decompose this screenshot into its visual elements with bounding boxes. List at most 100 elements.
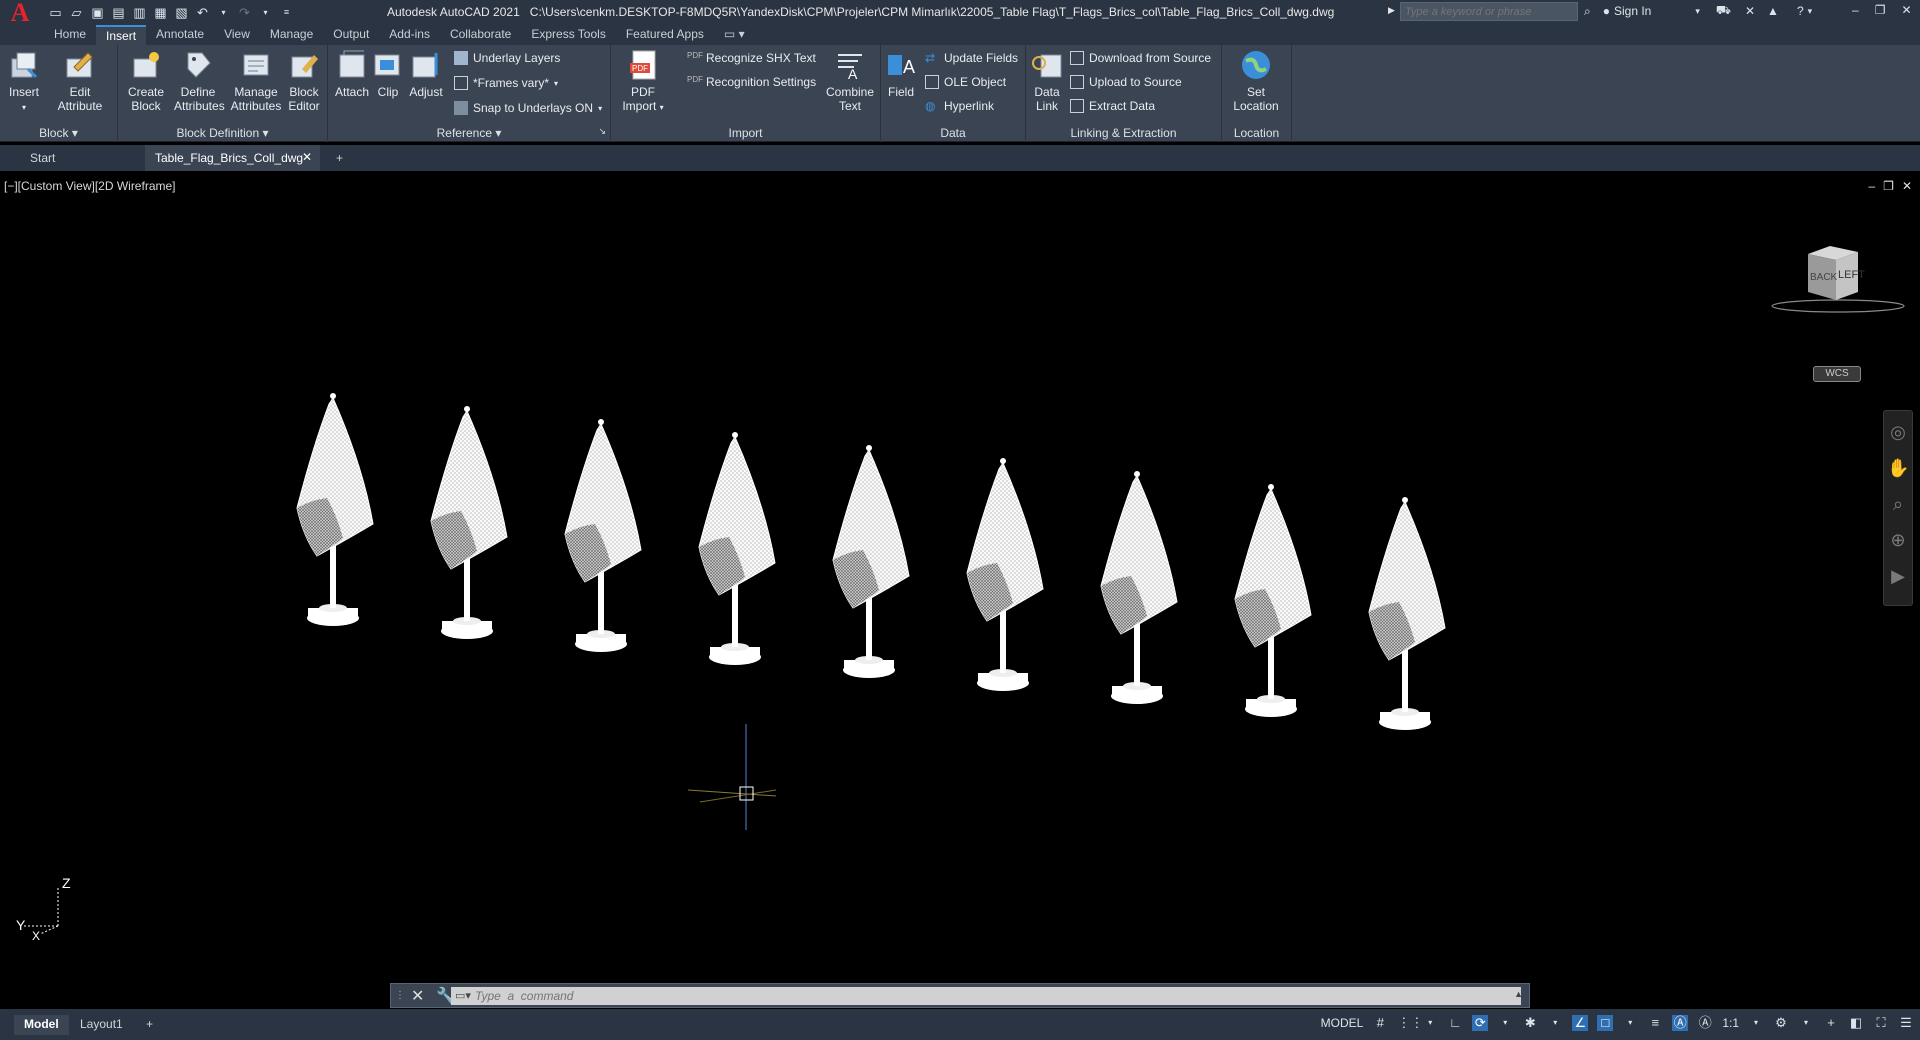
tab-drawing[interactable]: Table_Flag_Brics_Coll_dwg ✕: [145, 145, 320, 171]
workspace-dropdown-icon[interactable]: ▾: [1798, 1015, 1814, 1031]
new-file-icon[interactable]: ▭: [48, 5, 63, 20]
steering-wheel-icon[interactable]: ◎: [1887, 421, 1909, 443]
polar-tracking-icon[interactable]: ⟳: [1472, 1015, 1489, 1031]
isolate-objects-icon[interactable]: ◧: [1848, 1015, 1864, 1031]
isodraft-dropdown-icon[interactable]: ▾: [1547, 1015, 1563, 1031]
underlay-layers-button[interactable]: Underlay Layers: [454, 51, 560, 65]
sign-in-link[interactable]: Sign In: [1614, 4, 1651, 18]
table-flag-model[interactable]: [1100, 471, 1178, 704]
open-file-icon[interactable]: ▱: [69, 5, 84, 20]
tab-layout1[interactable]: Layout1: [70, 1015, 133, 1035]
ribbon-options-icon[interactable]: ▭ ▾: [714, 25, 755, 45]
hyperlink-button[interactable]: ◍ Hyperlink: [925, 99, 994, 113]
snap-dropdown-icon[interactable]: ▾: [1422, 1015, 1438, 1031]
tab-express-tools[interactable]: Express Tools: [521, 25, 615, 45]
panel-launcher-icon[interactable]: ↘: [598, 126, 606, 137]
panel-block-definition-label[interactable]: Block Definition ▾: [118, 126, 327, 140]
orbit-icon[interactable]: ⊕: [1887, 529, 1909, 551]
tab-add-ins[interactable]: Add-ins: [379, 25, 440, 45]
annotation-visibility-icon[interactable]: Ⓐ: [1672, 1015, 1689, 1031]
help-icon[interactable]: ?: [1797, 4, 1804, 18]
add-icon[interactable]: +: [1823, 1015, 1839, 1031]
table-flag-model[interactable]: [1234, 484, 1312, 717]
clip-button[interactable]: Clip: [370, 49, 406, 99]
recognize-shx-button[interactable]: PDF Recognize SHX Text: [687, 51, 816, 65]
undo-icon[interactable]: ↶: [195, 5, 210, 20]
showmotion-icon[interactable]: ▶: [1887, 565, 1909, 587]
plot-icon[interactable]: ▦: [153, 5, 168, 20]
edit-attribute-button[interactable]: Edit Attribute: [52, 49, 108, 113]
isodraft-icon[interactable]: ✱: [1522, 1015, 1538, 1031]
set-location-button[interactable]: Set Location: [1228, 49, 1284, 113]
cmd-recent-icon[interactable]: ▭▾: [455, 989, 471, 1002]
sign-in-dropdown-icon[interactable]: ▾: [1695, 6, 1700, 17]
tab-annotate[interactable]: Annotate: [146, 25, 214, 45]
combine-text-button[interactable]: A Combine Text: [823, 49, 877, 113]
table-flag-model[interactable]: [296, 393, 374, 626]
undo-dropdown-icon[interactable]: ▾: [216, 5, 231, 20]
exchange-icon[interactable]: ✕: [1745, 4, 1755, 18]
customize-status-icon[interactable]: ☰: [1898, 1015, 1914, 1031]
search-icon[interactable]: ⌕: [1584, 4, 1591, 19]
customize-qat-icon[interactable]: ≡: [279, 5, 294, 20]
viewcube-left-label[interactable]: LEFT: [1838, 269, 1865, 281]
polar-dropdown-icon[interactable]: ▾: [1497, 1015, 1513, 1031]
ole-object-button[interactable]: OLE Object: [925, 75, 1006, 89]
tab-collaborate[interactable]: Collaborate: [440, 25, 521, 45]
manage-attributes-button[interactable]: Manage Attributes: [228, 49, 284, 113]
workspace-gear-icon[interactable]: ⚙: [1773, 1015, 1789, 1031]
wcs-menu[interactable]: WCS: [1813, 366, 1861, 382]
snap-icon[interactable]: ⋮⋮: [1397, 1015, 1423, 1031]
tab-featured-apps[interactable]: Featured Apps: [616, 25, 714, 45]
annotation-scale[interactable]: 1:1: [1722, 1016, 1739, 1030]
extract-data-button[interactable]: Extract Data: [1070, 99, 1155, 113]
object-snap-icon[interactable]: □: [1597, 1015, 1614, 1031]
search-arrow-icon[interactable]: ▶: [1388, 5, 1395, 16]
viewcube-back-label[interactable]: BACK: [1810, 272, 1838, 283]
table-flag-model[interactable]: [966, 458, 1044, 691]
tab-insert[interactable]: Insert: [96, 25, 147, 45]
close-tab-icon[interactable]: ✕: [302, 150, 312, 164]
field-button[interactable]: A Field: [881, 49, 921, 99]
drawing-viewport[interactable]: [−][Custom View][2D Wireframe] – ❐ ✕ Z Y…: [0, 174, 1920, 1006]
pdf-import-button[interactable]: PDF PDF Import ▾: [619, 49, 667, 115]
panel-reference-label[interactable]: Reference ▾ ↘: [328, 126, 610, 140]
autocad-logo-icon[interactable]: A: [0, 0, 40, 27]
save-as-icon[interactable]: ▤: [111, 5, 126, 20]
pan-icon[interactable]: ✋: [1887, 457, 1909, 479]
data-link-button[interactable]: Data Link: [1026, 49, 1068, 113]
panel-block-label[interactable]: Block ▾: [0, 126, 117, 140]
flags-drawing[interactable]: Z Y X BACK LEFT: [0, 174, 1920, 1006]
fullscreen-icon[interactable]: ⛶: [1873, 1015, 1889, 1031]
tab-start[interactable]: Start: [20, 145, 142, 171]
frames-vary-dropdown[interactable]: *Frames vary* ▾: [454, 76, 558, 90]
viewcube[interactable]: BACK LEFT: [1771, 246, 1905, 313]
restore-icon[interactable]: ❐: [1875, 3, 1886, 17]
search-input[interactable]: [1400, 2, 1578, 21]
lineweight-icon[interactable]: ≡: [1647, 1015, 1663, 1031]
minimize-icon[interactable]: –: [1852, 3, 1859, 17]
tab-home[interactable]: Home: [44, 25, 96, 45]
new-tab-button[interactable]: +: [326, 145, 356, 171]
model-space-button[interactable]: MODEL: [1321, 1016, 1364, 1030]
print-icon[interactable]: ▧: [174, 5, 189, 20]
update-fields-button[interactable]: ⇄ Update Fields: [925, 51, 1018, 65]
autodesk-icon[interactable]: ▲: [1767, 4, 1779, 18]
osnap-dropdown-icon[interactable]: ▾: [1622, 1015, 1638, 1031]
adjust-button[interactable]: Adjust: [406, 49, 446, 99]
zoom-icon[interactable]: ⌕: [1887, 493, 1909, 515]
block-editor-button[interactable]: Block Editor: [284, 49, 324, 113]
define-attributes-button[interactable]: Define Attributes: [174, 49, 225, 113]
ortho-icon[interactable]: ∟: [1447, 1015, 1463, 1031]
insert-button[interactable]: Insert ▾: [0, 49, 48, 115]
save-icon[interactable]: ▣: [90, 5, 105, 20]
user-icon[interactable]: ●: [1603, 4, 1610, 18]
upload-source-button[interactable]: Upload to Source: [1070, 75, 1182, 89]
help-dropdown-icon[interactable]: ▾: [1808, 6, 1813, 17]
cmd-close-icon[interactable]: ✕: [411, 986, 424, 1006]
tab-view[interactable]: View: [214, 25, 260, 45]
add-layout-button[interactable]: +: [136, 1015, 163, 1035]
cart-icon[interactable]: ⛟: [1716, 3, 1731, 19]
redo-dropdown-icon[interactable]: ▾: [258, 5, 273, 20]
cmd-grip-icon[interactable]: ⋮: [395, 990, 405, 1001]
